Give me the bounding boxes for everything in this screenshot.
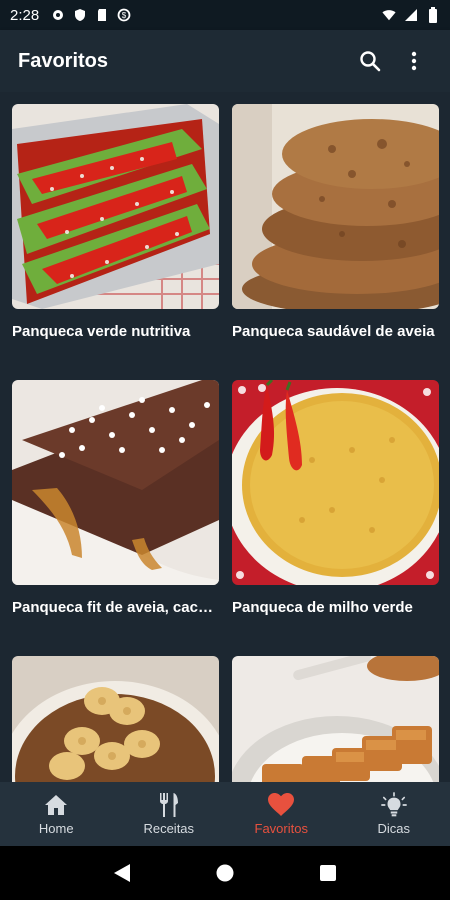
recipe-image	[12, 656, 219, 782]
data-saver-icon: $	[117, 8, 131, 22]
recipe-image	[232, 104, 439, 309]
status-bar: 2:28 $	[0, 0, 450, 30]
nav-item-home[interactable]: Home	[0, 782, 113, 846]
svg-text:$: $	[122, 11, 127, 20]
nav-label: Favoritos	[254, 821, 308, 836]
nav-item-favoritos[interactable]: Favoritos	[225, 782, 338, 846]
nav-label: Dicas	[377, 821, 410, 836]
system-navigation-bar	[0, 846, 450, 900]
more-vert-icon	[411, 51, 417, 71]
nav-label: Receitas	[143, 821, 195, 836]
recipe-card[interactable]	[12, 656, 219, 782]
back-triangle-icon	[113, 864, 130, 882]
app-bar: Favoritos	[0, 30, 450, 92]
settings-gear-icon	[51, 8, 65, 22]
lightbulb-icon	[380, 792, 407, 818]
recipe-image	[12, 380, 219, 585]
page-title: Favoritos	[18, 49, 109, 72]
recipe-image	[12, 104, 219, 309]
signal-icon	[404, 8, 418, 22]
back-button[interactable]	[107, 858, 137, 888]
nav-item-dicas[interactable]: Dicas	[338, 782, 450, 846]
recipe-card[interactable]: Panqueca verde nutritiva	[12, 104, 219, 340]
recipe-image	[232, 380, 439, 585]
recents-button[interactable]	[313, 858, 343, 888]
status-system-icons	[382, 7, 440, 23]
fork-knife-icon	[156, 792, 182, 818]
nav-item-receitas[interactable]: Receitas	[113, 782, 226, 846]
home-circle-icon	[216, 864, 234, 882]
search-button[interactable]	[352, 43, 388, 79]
recipe-title: Panqueca verde nutritiva	[12, 323, 191, 340]
status-time: 2:28	[10, 6, 40, 24]
recipe-title: Panqueca saudável de aveia	[232, 323, 435, 340]
recipe-card[interactable]: Panqueca saudável de aveia	[232, 104, 439, 340]
battery-icon	[426, 7, 440, 23]
shield-icon	[73, 8, 87, 22]
wifi-icon	[382, 8, 396, 22]
recipe-card[interactable]: Panqueca fit de aveia, cacau e coco	[12, 380, 219, 616]
recipe-card[interactable]: Panqueca de milho verde	[232, 380, 439, 616]
bottom-navigation: Home Receitas Favoritos Dicas	[0, 782, 450, 846]
status-notification-icons: $	[51, 8, 131, 22]
recipe-image	[232, 656, 439, 782]
home-icon	[43, 792, 69, 818]
favorites-grid: Panqueca verde nutritiva Panqueca saudáv…	[0, 92, 450, 782]
recents-square-icon	[320, 865, 337, 881]
recipe-title: Panqueca fit de aveia, cacau e coco	[12, 599, 219, 616]
more-options-button[interactable]	[396, 43, 432, 79]
heart-icon	[268, 792, 295, 818]
sd-card-icon	[95, 8, 109, 22]
search-icon	[360, 51, 381, 72]
home-system-button[interactable]	[210, 858, 240, 888]
recipe-card[interactable]	[232, 656, 439, 782]
nav-label: Home	[38, 821, 74, 836]
recipe-title: Panqueca de milho verde	[232, 599, 413, 616]
